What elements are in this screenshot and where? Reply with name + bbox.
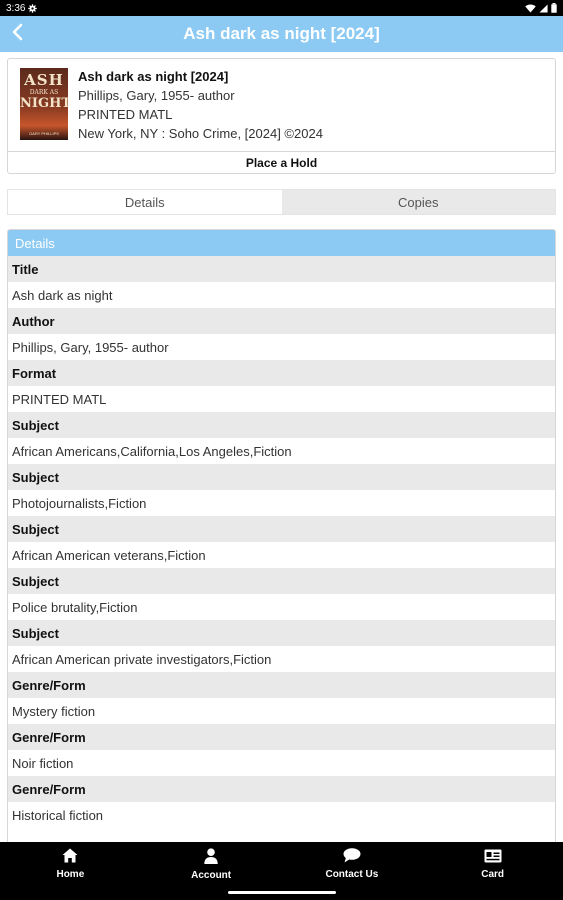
account-icon xyxy=(204,847,218,867)
nav-account-label: Account xyxy=(191,869,232,881)
book-format: PRINTED MATL xyxy=(78,107,173,122)
cover-text-line3: NIGHT xyxy=(20,96,68,111)
detail-value-subject: African American veterans,Fiction xyxy=(8,542,555,568)
nav-contact-us[interactable]: Contact Us xyxy=(282,842,423,886)
book-publisher: New York, NY : Soho Crime, [2024] ©2024 xyxy=(78,126,323,141)
detail-value-subject: African American private investigators,F… xyxy=(8,646,555,672)
detail-value-subject: Photojournalists,Fiction xyxy=(8,490,555,516)
detail-label-author: Author xyxy=(8,308,555,334)
nav-account[interactable]: Account xyxy=(141,842,282,886)
wifi-icon xyxy=(525,3,536,13)
system-gesture-bar xyxy=(0,886,563,900)
nav-contact-us-label: Contact Us xyxy=(325,869,379,880)
tab-details[interactable]: Details xyxy=(8,190,282,214)
battery-icon xyxy=(551,3,557,13)
detail-value-genre: Historical fiction xyxy=(8,802,555,828)
nav-home[interactable]: Home xyxy=(0,842,141,886)
nav-card[interactable]: Card xyxy=(422,842,563,886)
detail-label-genre: Genre/Form xyxy=(8,724,555,750)
bottom-navigation: Home Account Contact Us Card xyxy=(0,842,563,886)
status-bar: 3:36 xyxy=(0,0,563,16)
place-hold-button[interactable]: Place a Hold xyxy=(8,151,555,173)
book-summary-card: ASH DARK AS NIGHT GARY PHILLIPS Ash dark… xyxy=(7,58,556,174)
detail-value-title: Ash dark as night xyxy=(8,282,555,308)
chevron-left-icon xyxy=(11,23,23,46)
detail-value-genre: Mystery fiction xyxy=(8,698,555,724)
cover-text-line2: DARK AS xyxy=(29,89,59,96)
page-title: Ash dark as night [2024] xyxy=(183,24,380,43)
detail-value-genre: Noir fiction xyxy=(8,750,555,776)
detail-label-subject: Subject xyxy=(8,620,555,646)
detail-value-subject: Police brutality,Fiction xyxy=(8,594,555,620)
tab-bar: Details Copies xyxy=(7,189,556,215)
settings-gear-icon xyxy=(28,3,38,13)
detail-label-genre: Genre/Form xyxy=(8,776,555,802)
book-info: ASH DARK AS NIGHT GARY PHILLIPS Ash dark… xyxy=(8,59,555,151)
detail-label-subject: Subject xyxy=(8,464,555,490)
detail-label-format: Format xyxy=(8,360,555,386)
details-header: Details xyxy=(8,230,555,256)
card-icon xyxy=(484,849,502,866)
detail-label-subject: Subject xyxy=(8,412,555,438)
detail-label-subject: Subject xyxy=(8,516,555,542)
home-gesture-pill[interactable] xyxy=(227,891,336,894)
details-panel: Details Title Ash dark as night Author P… xyxy=(7,229,556,849)
book-title: Ash dark as night [2024] xyxy=(78,69,229,84)
detail-value-subject: African Americans,California,Los Angeles… xyxy=(8,438,555,464)
nav-card-label: Card xyxy=(481,868,505,880)
detail-value-author: Phillips, Gary, 1955- author xyxy=(8,334,555,360)
cover-text-line1: ASH xyxy=(24,71,64,89)
book-cover-image: ASH DARK AS NIGHT GARY PHILLIPS xyxy=(20,68,68,140)
cover-text-author: GARY PHILLIPS xyxy=(29,131,59,136)
book-meta: Ash dark as night [2024] Phillips, Gary,… xyxy=(78,68,323,145)
status-time: 3:36 xyxy=(6,2,26,14)
app-bar: Ash dark as night [2024] xyxy=(0,16,563,52)
detail-label-title: Title xyxy=(8,256,555,282)
signal-icon xyxy=(539,3,548,13)
detail-value-format: PRINTED MATL xyxy=(8,386,555,412)
chat-icon xyxy=(343,848,361,866)
nav-home-label: Home xyxy=(56,869,85,880)
tab-copies[interactable]: Copies xyxy=(281,190,555,214)
book-author: Phillips, Gary, 1955- author xyxy=(78,88,235,103)
home-icon xyxy=(62,848,78,866)
back-button[interactable] xyxy=(0,16,34,52)
detail-label-subject: Subject xyxy=(8,568,555,594)
detail-label-genre: Genre/Form xyxy=(8,672,555,698)
